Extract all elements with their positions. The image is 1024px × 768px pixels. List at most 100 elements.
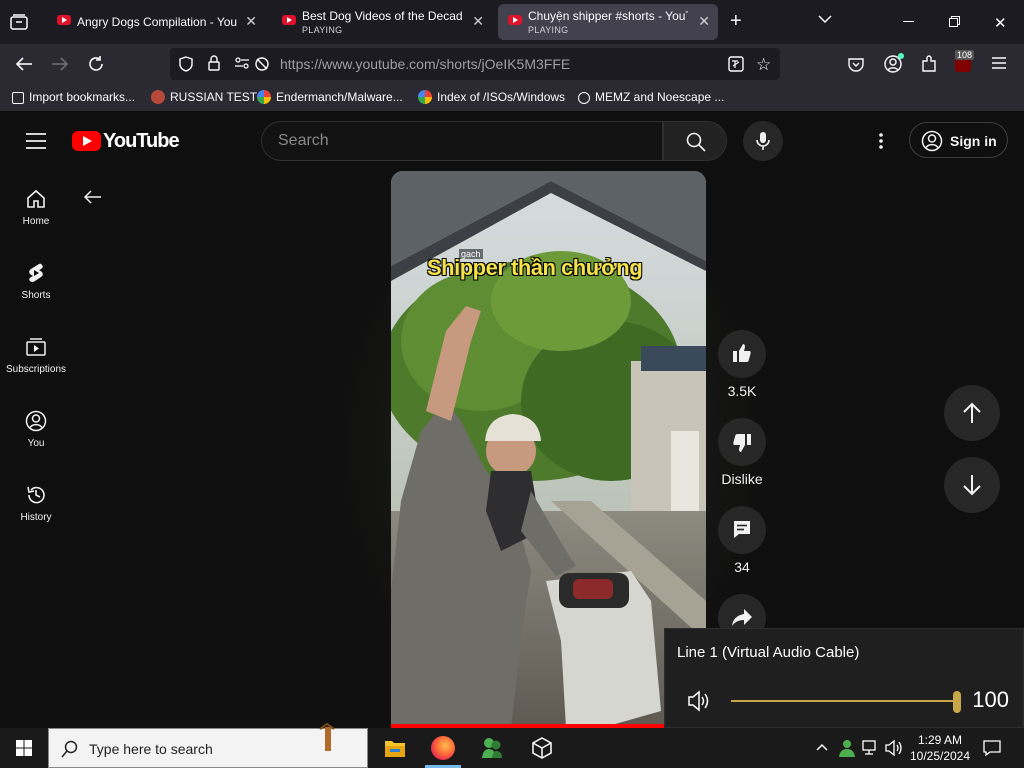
tab-chuyen-shipper[interactable]: Chuyện shipper #shorts - YouTube PLAYING… bbox=[498, 4, 718, 40]
close-tab-icon[interactable]: ✕ bbox=[472, 13, 484, 30]
tab-best-dog-videos[interactable]: Best Dog Videos of the Decade PLAYING ✕ bbox=[272, 4, 492, 40]
share-icon bbox=[732, 609, 752, 626]
video-caption: Shipper thần chưởng bbox=[427, 255, 643, 280]
search-icon bbox=[61, 740, 78, 758]
voice-search-button[interactable] bbox=[743, 121, 783, 161]
clock-time: 1:29 AM bbox=[917, 733, 963, 747]
thumbs-down-icon bbox=[733, 434, 751, 452]
restore-icon[interactable] bbox=[949, 16, 960, 27]
speaker-icon[interactable] bbox=[687, 690, 713, 712]
network-icon[interactable] bbox=[862, 740, 880, 756]
clock-date: 10/25/2024 bbox=[909, 749, 971, 763]
account-icon[interactable] bbox=[884, 53, 904, 73]
volume-flyout: Line 1 (Virtual Audio Cable) 100 bbox=[664, 628, 1024, 728]
shorts-icon bbox=[29, 263, 43, 282]
windows-start-icon[interactable] bbox=[16, 740, 32, 756]
people-tray-icon[interactable] bbox=[838, 738, 856, 758]
search-highlight-image bbox=[317, 723, 337, 751]
volume-slider-thumb[interactable] bbox=[953, 691, 961, 713]
tray-overflow-chevron-icon[interactable] bbox=[816, 743, 828, 751]
close-tab-icon[interactable]: ✕ bbox=[698, 13, 710, 30]
dislike-button[interactable] bbox=[718, 418, 766, 466]
subscriptions-icon bbox=[26, 338, 46, 356]
arrow-up-icon bbox=[963, 402, 981, 423]
chevron-down-icon[interactable] bbox=[818, 14, 832, 24]
permissions-icon[interactable] bbox=[234, 57, 250, 69]
youtube-favicon bbox=[57, 15, 71, 25]
import-icon bbox=[12, 92, 24, 104]
comments-button[interactable] bbox=[718, 506, 766, 554]
russian-test-favicon bbox=[151, 90, 165, 104]
shield-icon[interactable] bbox=[179, 56, 193, 72]
audio-device-name[interactable]: Line 1 (Virtual Audio Cable) bbox=[677, 644, 859, 661]
search-button[interactable] bbox=[663, 121, 727, 161]
back-icon[interactable] bbox=[15, 56, 33, 72]
bookmark-import[interactable]: Import bookmarks... bbox=[12, 90, 135, 104]
firefox-icon[interactable] bbox=[431, 736, 455, 760]
more-options-icon[interactable] bbox=[879, 133, 883, 149]
home-icon bbox=[27, 189, 45, 208]
bookmark-endermanch[interactable]: Endermanch/Malware... bbox=[257, 90, 403, 104]
tab-playing-status: PLAYING bbox=[302, 25, 343, 35]
sidebar-item-you[interactable]: You bbox=[0, 410, 72, 449]
volume-level: 100 bbox=[972, 687, 1009, 712]
youtube-logo-text: YouTube bbox=[103, 130, 180, 152]
sidebar-item-subscriptions[interactable]: Subscriptions bbox=[0, 336, 72, 375]
sidebar-item-shorts[interactable]: Shorts bbox=[0, 262, 72, 301]
previous-short-button[interactable] bbox=[944, 385, 1000, 441]
search-input[interactable]: Search bbox=[261, 121, 663, 161]
browser-tab-bar: Angry Dogs Compilation - YouTube ✕ Best … bbox=[0, 0, 1024, 44]
extensions-icon[interactable] bbox=[921, 55, 937, 73]
address-bar[interactable]: https://www.youtube.com/shorts/jOeIK5M3F… bbox=[170, 48, 780, 80]
tab-list-icon[interactable] bbox=[10, 14, 28, 30]
globe-icon bbox=[578, 92, 590, 104]
like-button[interactable] bbox=[718, 330, 766, 378]
close-tab-icon[interactable]: ✕ bbox=[245, 13, 257, 30]
autoplay-blocked-icon[interactable] bbox=[254, 56, 270, 72]
bookmark-russian-test[interactable]: RUSSIAN TEST bbox=[151, 90, 257, 104]
next-short-button[interactable] bbox=[944, 457, 1000, 513]
bookmark-memz[interactable]: MEMZ and Noescape ... bbox=[578, 90, 724, 104]
reload-icon[interactable] bbox=[87, 55, 105, 73]
forward-icon[interactable] bbox=[51, 56, 69, 72]
thumbs-up-icon bbox=[733, 344, 751, 362]
volume-tray-icon[interactable] bbox=[885, 739, 905, 757]
youtube-favicon bbox=[282, 15, 296, 25]
tab-title: Chuyện shipper #shorts - YouTube bbox=[528, 9, 688, 23]
minimize-icon[interactable] bbox=[903, 21, 914, 22]
pocket-icon[interactable] bbox=[848, 56, 864, 72]
taskbar-clock[interactable]: 1:29 AM 10/25/2024 bbox=[906, 732, 974, 764]
close-window-icon[interactable]: ✕ bbox=[994, 14, 1007, 32]
history-icon bbox=[27, 486, 45, 504]
hamburger-menu-icon[interactable] bbox=[26, 133, 46, 149]
arrow-down-icon bbox=[963, 475, 981, 496]
tab-title: Best Dog Videos of the Decade bbox=[302, 9, 462, 23]
youtube-favicon bbox=[508, 15, 522, 25]
new-tab-icon[interactable]: + bbox=[730, 10, 742, 33]
sidebar-item-home[interactable]: Home bbox=[0, 188, 72, 227]
google-favicon bbox=[257, 90, 271, 104]
menu-icon[interactable] bbox=[992, 57, 1006, 69]
bookmark-star-icon[interactable]: ☆ bbox=[756, 55, 771, 75]
back-arrow-icon[interactable] bbox=[83, 189, 101, 205]
translate-icon[interactable] bbox=[728, 56, 744, 72]
file-explorer-icon[interactable] bbox=[384, 738, 406, 758]
volume-slider-track[interactable] bbox=[731, 700, 959, 702]
sidebar-item-history[interactable]: History bbox=[0, 484, 72, 523]
url-text[interactable]: https://www.youtube.com/shorts/jOeIK5M3F… bbox=[280, 56, 570, 72]
dislike-label: Dislike bbox=[721, 471, 763, 487]
lock-icon[interactable] bbox=[208, 55, 220, 71]
sign-in-button[interactable]: Sign in bbox=[909, 122, 1008, 158]
search-icon bbox=[686, 132, 706, 152]
messenger-app-icon[interactable] bbox=[480, 736, 504, 760]
tab-angry-dogs[interactable]: Angry Dogs Compilation - YouTube ✕ bbox=[47, 4, 265, 40]
ublock-icon[interactable]: 108 bbox=[955, 50, 975, 72]
tab-title: Angry Dogs Compilation - YouTube bbox=[77, 15, 237, 29]
taskbar-search-input[interactable]: Type here to search bbox=[48, 723, 368, 768]
3d-viewer-icon[interactable] bbox=[530, 736, 554, 760]
action-center-icon[interactable] bbox=[983, 740, 1001, 756]
shorts-video-player[interactable]: gạch Shipper thần chưởng bbox=[391, 171, 706, 728]
bookmarks-toolbar: Import bookmarks... RUSSIAN TEST Enderma… bbox=[0, 84, 1024, 112]
browser-nav-bar: https://www.youtube.com/shorts/jOeIK5M3F… bbox=[0, 44, 1024, 84]
bookmark-isos[interactable]: Index of /ISOs/Windows bbox=[418, 90, 565, 104]
